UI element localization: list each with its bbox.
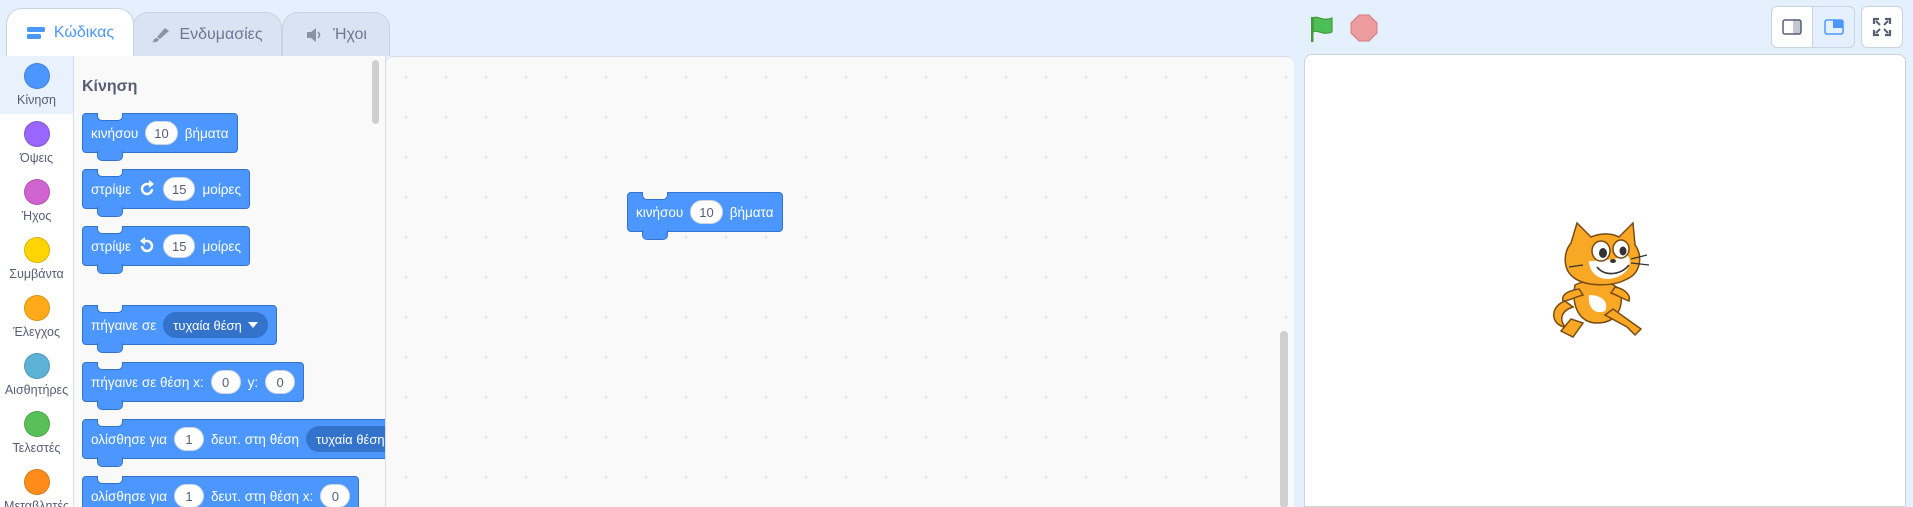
degrees-input[interactable]: 15 (163, 234, 196, 258)
tab-sounds-label: Ήχοι (333, 25, 367, 43)
block-text: y: (247, 374, 259, 390)
block-text: ολίσθησε για (91, 488, 168, 504)
category-label: Κίνηση (17, 93, 56, 107)
turn-left-block[interactable]: στρίψε 15 μοίρες (82, 226, 250, 274)
code-icon (26, 26, 45, 39)
category-variables[interactable]: Μεταβλητές (0, 462, 73, 507)
block-text: στρίψε (91, 181, 131, 197)
sound-dot-icon (23, 179, 50, 205)
goto-target-dropdown[interactable]: τυχαία θέση (163, 312, 268, 338)
stop-icon[interactable] (1350, 14, 1378, 42)
sensing-dot-icon (23, 353, 50, 379)
looks-dot-icon (23, 121, 50, 147)
chevron-down-icon (247, 322, 258, 328)
category-label: Έλεγχος (12, 325, 61, 339)
block-text: δευτ. στη θέση x: (211, 488, 314, 504)
tab-sounds[interactable]: Ήχοι (282, 12, 390, 56)
cat-sprite[interactable] (1543, 215, 1671, 343)
small-stage-button[interactable] (1771, 6, 1813, 48)
tab-code[interactable]: Κώδικας (6, 8, 134, 56)
speaker-icon (307, 27, 321, 42)
x-input[interactable]: 0 (210, 370, 241, 394)
tab-code-label: Κώδικας (53, 23, 115, 41)
tab-costumes[interactable]: Ενδυμασίες (132, 12, 282, 56)
block-text: μοίρες (202, 181, 241, 197)
glide-block[interactable]: ολίσθησε για 1 δευτ. στη θέση τυχαία θέσ… (82, 419, 385, 467)
category-sound[interactable]: Ήχος (0, 172, 73, 230)
normal-stage-button[interactable] (1813, 6, 1855, 48)
block-text: βήματα (729, 204, 774, 220)
seconds-input[interactable]: 1 (174, 484, 205, 507)
fullscreen-icon (1872, 17, 1892, 37)
category-label: Ήχος (21, 209, 52, 223)
block-text: πήγαινε σε θέση x: (91, 374, 204, 390)
degrees-input[interactable]: 15 (163, 177, 196, 201)
block-text: πήγαινε σε (91, 317, 157, 333)
turn-right-block[interactable]: στρίψε 15 μοίρες (82, 169, 250, 217)
block-text: στρίψε (91, 238, 131, 254)
motion-dot-icon (23, 63, 50, 89)
move-steps-block[interactable]: κινήσου 10 βήματα (82, 113, 238, 161)
workspace-move-steps-block[interactable]: κινήσου 10 βήματα (627, 192, 783, 240)
green-flag-icon[interactable] (1306, 14, 1336, 44)
stage-size-controls (1771, 6, 1903, 48)
goto-xy-block[interactable]: πήγαινε σε θέση x: 0 y: 0 (82, 362, 305, 410)
block-palette: Κίνηση κινήσου 10 βήματα στρίψε 15 μοίρε… (74, 56, 386, 507)
category-label: Μεταβλητές (4, 499, 69, 507)
glide-target-dropdown[interactable]: τυχαία θέση (306, 426, 385, 452)
fullscreen-button[interactable] (1861, 6, 1903, 48)
category-menu: Κίνηση Όψεις Ήχος Συμβάντα Έλεγχος Αισθη… (0, 56, 74, 507)
steps-input[interactable]: 10 (145, 121, 178, 145)
category-label: Συμβάντα (9, 267, 64, 281)
palette-title: Κίνηση (82, 78, 138, 95)
block-text: δευτ. στη θέση (211, 431, 300, 447)
workspace-scrollbar[interactable] (1280, 331, 1288, 507)
seconds-input[interactable]: 1 (174, 427, 205, 451)
stage[interactable] (1304, 54, 1906, 507)
y-input[interactable]: 0 (265, 370, 296, 394)
rotate-left-icon (140, 237, 154, 253)
variables-dot-icon (23, 469, 50, 495)
events-dot-icon (23, 237, 50, 263)
normal-stage-icon (1823, 19, 1844, 35)
editor-tabs: Κώδικας Ενδυμασίες Ήχοι (0, 0, 400, 56)
category-events[interactable]: Συμβάντα (0, 230, 73, 288)
x-input[interactable]: 0 (320, 484, 351, 507)
steps-input[interactable]: 10 (690, 200, 723, 224)
block-text: κινήσου (636, 204, 684, 220)
rotate-right-icon (140, 180, 154, 196)
control-dot-icon (23, 295, 50, 321)
operators-dot-icon (23, 411, 50, 437)
dropdown-value: τυχαία θέση (173, 317, 242, 333)
brush-icon (152, 27, 170, 42)
category-label: Τελεστές (12, 441, 61, 455)
dropdown-value: τυχαία θέση (316, 431, 385, 447)
category-operators[interactable]: Τελεστές (0, 404, 73, 462)
script-workspace[interactable]: κινήσου 10 βήματα (386, 56, 1294, 507)
category-label: Όψεις (20, 151, 53, 165)
category-motion[interactable]: Κίνηση (0, 56, 73, 114)
block-text: ολίσθησε για (91, 431, 168, 447)
category-control[interactable]: Έλεγχος (0, 288, 73, 346)
tab-costumes-label: Ενδυμασίες (179, 25, 263, 43)
palette-scrollbar[interactable] (372, 60, 379, 124)
block-text: κινήσου (91, 125, 139, 141)
glide-xy-block[interactable]: ολίσθησε για 1 δευτ. στη θέση x: 0 (82, 476, 360, 507)
small-stage-icon (1782, 19, 1802, 35)
category-sensing[interactable]: Αισθητήρες (0, 346, 73, 404)
category-label: Αισθητήρες (4, 383, 69, 397)
block-text: μοίρες (202, 238, 241, 254)
goto-block[interactable]: πήγαινε σε τυχαία θέση (82, 305, 277, 353)
category-looks[interactable]: Όψεις (0, 114, 73, 172)
block-text: βήματα (184, 125, 229, 141)
